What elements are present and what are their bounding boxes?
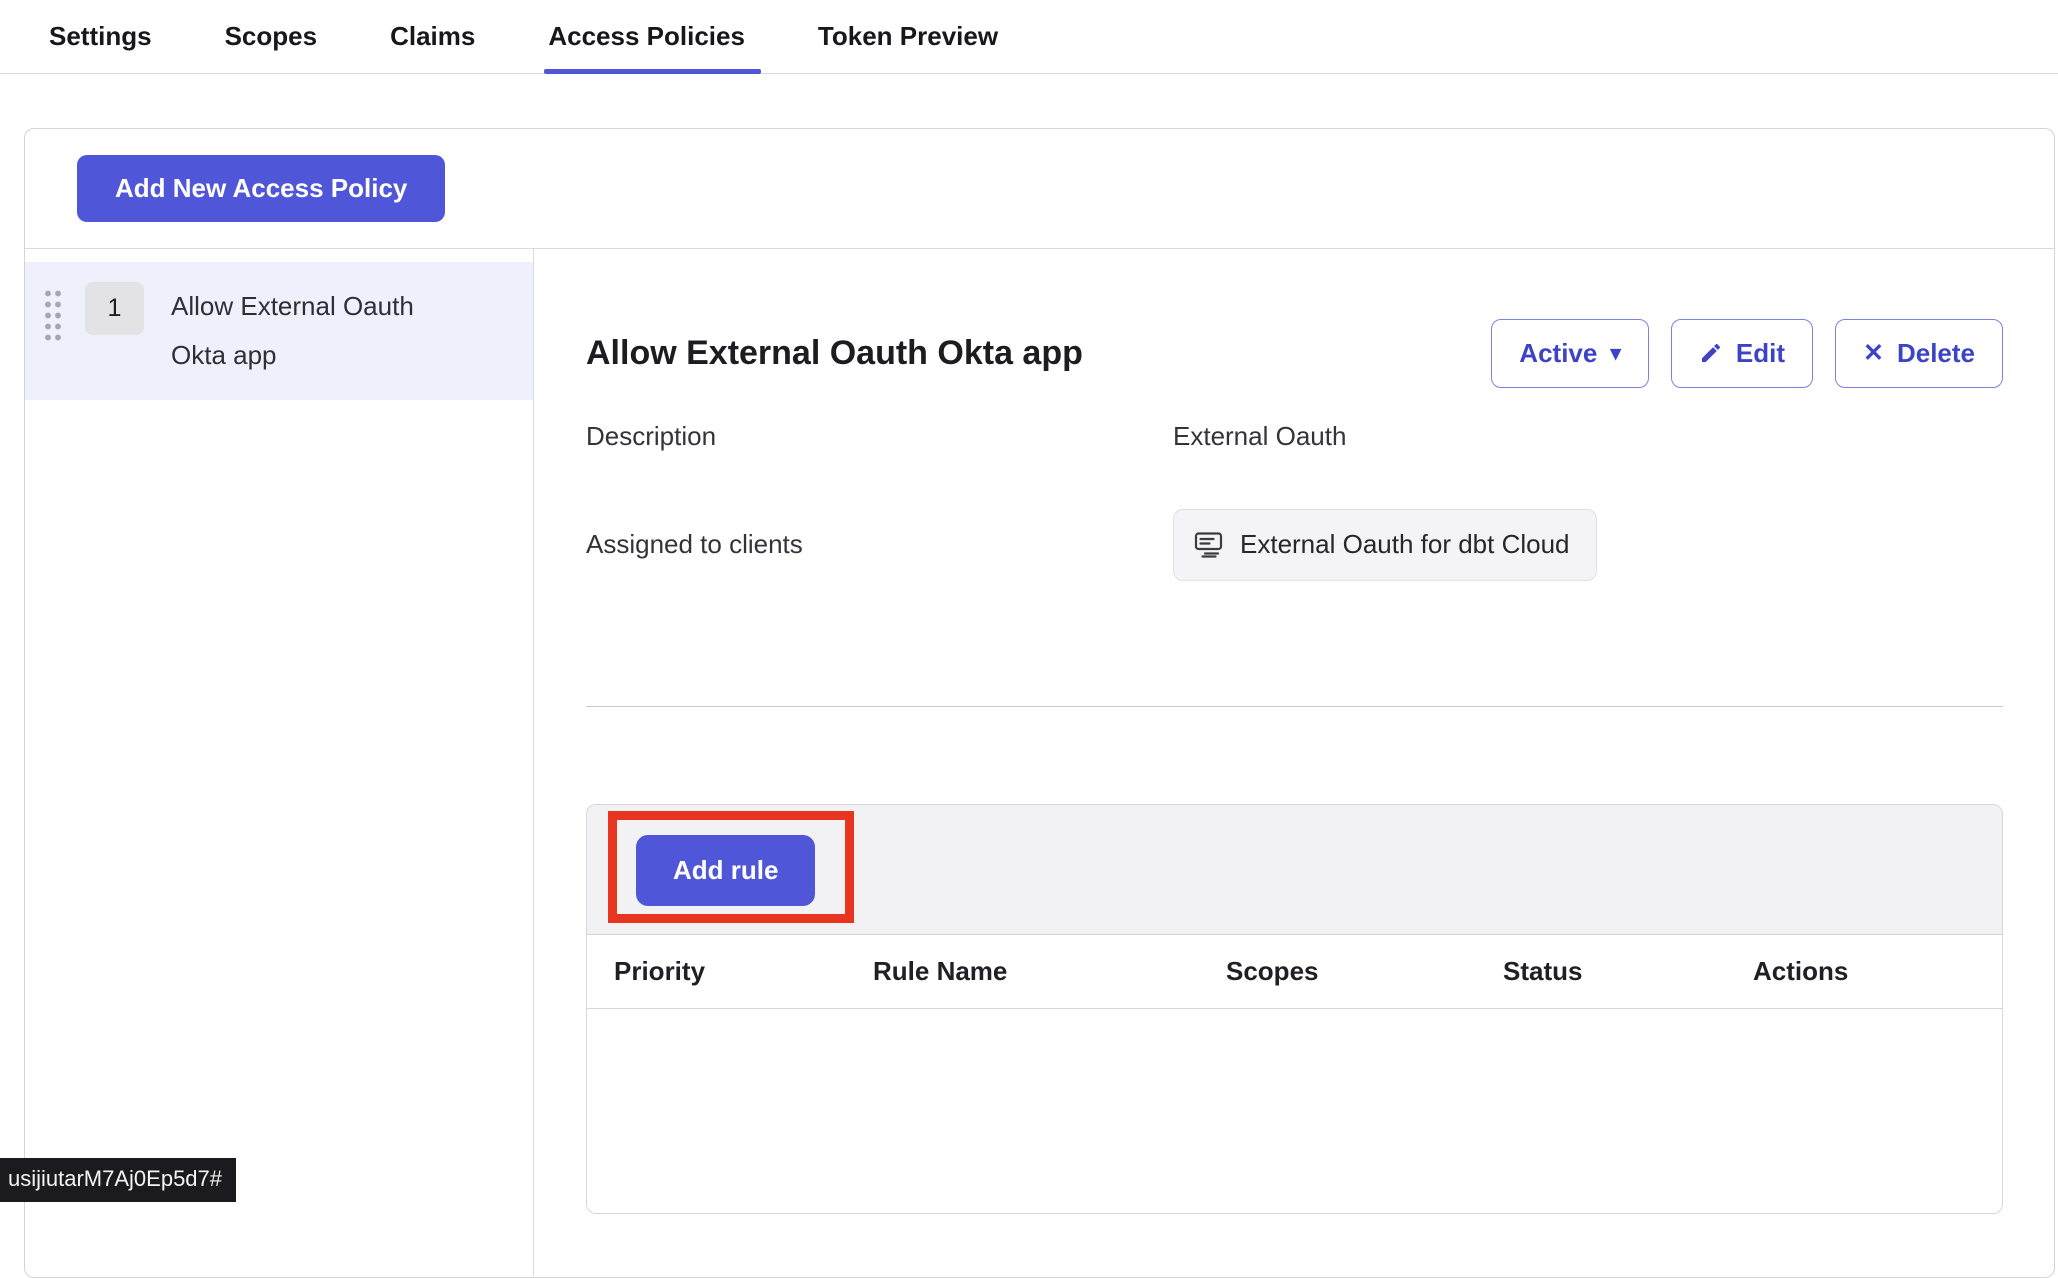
assigned-clients-row: Assigned to clients — [586, 509, 2003, 581]
access-policies-panel: Add New Access Policy 1 Allow External O… — [24, 128, 2055, 1278]
section-divider — [586, 706, 2003, 707]
edit-button[interactable]: Edit — [1671, 319, 1813, 388]
panel-header: Add New Access Policy — [25, 129, 2054, 249]
chevron-down-icon: ▾ — [1610, 343, 1621, 364]
computer-icon — [1194, 531, 1226, 558]
policy-actions: Active ▾ Edit ✕ Delete — [1491, 319, 2003, 388]
client-chip-label: External Oauth for dbt Cloud — [1240, 529, 1570, 560]
rules-table-empty-body — [587, 1009, 2002, 1213]
tab-access-policies[interactable]: Access Policies — [548, 0, 745, 73]
delete-button-label: Delete — [1897, 338, 1975, 369]
policy-priority-badge: 1 — [85, 282, 144, 335]
description-row: Description External Oauth — [586, 420, 2003, 453]
rules-section: Add rule Priority Rule Name Scopes Statu… — [586, 804, 2003, 1214]
page-title: Allow External Oauth Okta app — [586, 334, 1083, 373]
column-header-actions: Actions — [1753, 956, 2002, 987]
policy-list-item[interactable]: 1 Allow External Oauth Okta app — [25, 262, 533, 400]
tab-scopes[interactable]: Scopes — [225, 0, 318, 73]
edit-button-label: Edit — [1736, 338, 1785, 369]
rules-table-header: Priority Rule Name Scopes Status Actions — [587, 934, 2002, 1009]
column-header-rule-name: Rule Name — [873, 956, 1226, 987]
assigned-clients-label: Assigned to clients — [586, 528, 1173, 561]
close-icon: ✕ — [1863, 341, 1884, 366]
pencil-icon — [1699, 341, 1723, 365]
tab-claims[interactable]: Claims — [390, 0, 475, 73]
description-label: Description — [586, 420, 1173, 453]
column-header-scopes: Scopes — [1226, 956, 1503, 987]
tab-bar: Settings Scopes Claims Access Policies T… — [0, 0, 2058, 74]
tab-token-preview[interactable]: Token Preview — [818, 0, 998, 73]
policy-name: Allow External Oauth Okta app — [171, 282, 471, 380]
add-new-access-policy-button[interactable]: Add New Access Policy — [77, 155, 445, 222]
column-header-priority: Priority — [614, 956, 873, 987]
tab-settings[interactable]: Settings — [49, 0, 152, 73]
status-bar: usijiutarM7Aj0Ep5d7# — [0, 1158, 236, 1202]
title-row: Allow External Oauth Okta app Active ▾ E… — [586, 311, 2003, 396]
policy-detail: Allow External Oauth Okta app Active ▾ E… — [534, 249, 2054, 1276]
column-header-status: Status — [1503, 956, 1753, 987]
delete-button[interactable]: ✕ Delete — [1835, 319, 2003, 388]
status-dropdown-button[interactable]: Active ▾ — [1491, 319, 1649, 388]
policy-list: 1 Allow External Oauth Okta app — [25, 249, 534, 1276]
rules-toolbar: Add rule — [587, 805, 2002, 934]
panel-body: 1 Allow External Oauth Okta app Allow Ex… — [25, 249, 2054, 1276]
add-rule-button[interactable]: Add rule — [636, 835, 815, 906]
client-chip: External Oauth for dbt Cloud — [1173, 509, 1597, 581]
status-dropdown-label: Active — [1519, 338, 1597, 369]
drag-handle-icon[interactable] — [43, 288, 63, 343]
description-value: External Oauth — [1173, 421, 1346, 452]
